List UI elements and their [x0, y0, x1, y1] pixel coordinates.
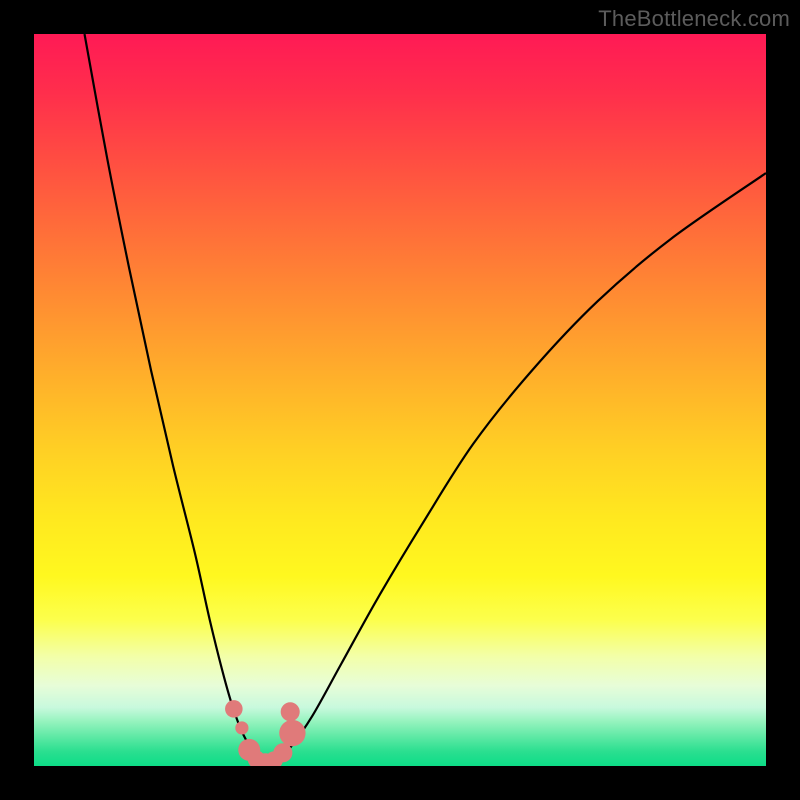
curve-svg: [34, 34, 766, 766]
bottleneck-curve: [85, 34, 766, 761]
chart-frame: TheBottleneck.com: [0, 0, 800, 800]
curve-marker: [279, 720, 305, 746]
curve-marker: [273, 743, 292, 762]
curve-marker: [235, 721, 248, 734]
plot-area: [34, 34, 766, 766]
curve-marker: [225, 700, 243, 718]
watermark-text: TheBottleneck.com: [598, 6, 790, 32]
curve-markers: [225, 700, 306, 766]
curve-marker: [281, 702, 300, 721]
